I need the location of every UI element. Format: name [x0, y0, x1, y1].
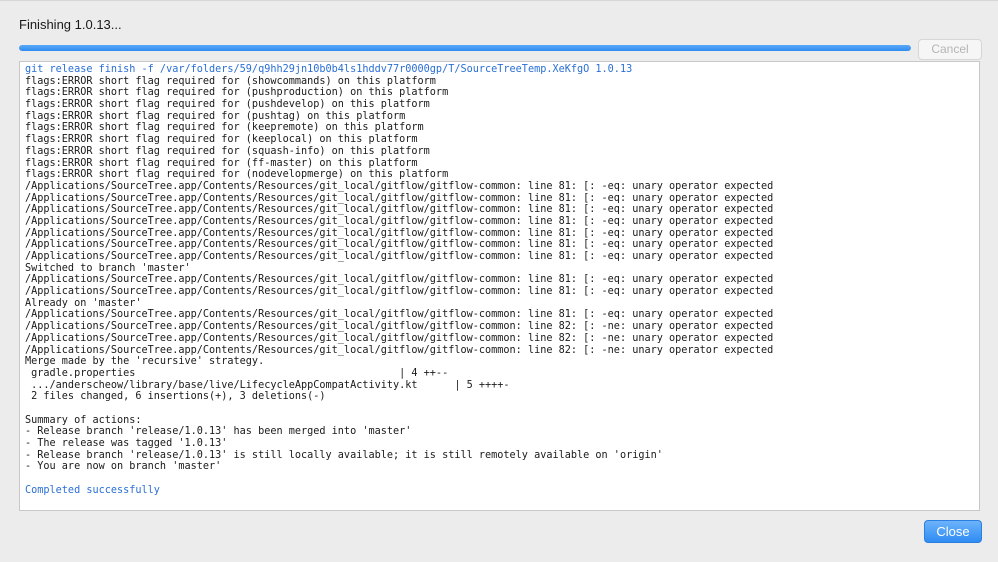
log-line: flags:ERROR short flag required for (pus…	[25, 99, 430, 111]
log-line: /Applications/SourceTree.app/Contents/Re…	[25, 321, 774, 333]
log-line: Summary of actions:	[25, 414, 142, 426]
log-line: Merge made by the 'recursive' strategy.	[25, 356, 265, 368]
log-line: flags:ERROR short flag required for (squ…	[25, 145, 430, 157]
log-line: /Applications/SourceTree.app/Contents/Re…	[25, 309, 774, 321]
cancel-button[interactable]: Cancel	[918, 39, 982, 60]
close-button[interactable]: Close	[924, 520, 982, 543]
log-lines-container: git release finish -f /var/folders/59/q9…	[25, 64, 773, 496]
log-line: flags:ERROR short flag required for (ff-…	[25, 157, 418, 169]
log-line: /Applications/SourceTree.app/Contents/Re…	[25, 204, 774, 216]
log-line: /Applications/SourceTree.app/Contents/Re…	[25, 215, 774, 227]
log-line: flags:ERROR short flag required for (nod…	[25, 169, 449, 181]
log-line: .../anderscheow/library/base/live/Lifecy…	[25, 379, 510, 391]
log-line: /Applications/SourceTree.app/Contents/Re…	[25, 192, 774, 204]
log-line: /Applications/SourceTree.app/Contents/Re…	[25, 286, 774, 298]
finish-release-dialog: Finishing 1.0.13... Cancel git release f…	[0, 0, 998, 562]
log-line: Completed successfully	[25, 484, 160, 496]
log-line: flags:ERROR short flag required for (kee…	[25, 134, 418, 146]
log-line: flags:ERROR short flag required for (sho…	[25, 75, 436, 87]
log-line: flags:ERROR short flag required for (pus…	[25, 110, 406, 122]
log-line: git release finish -f /var/folders/59/q9…	[25, 64, 633, 75]
log-line: - The release was tagged '1.0.13'	[25, 438, 228, 449]
log-line: Switched to branch 'master'	[25, 262, 191, 274]
command-output-log[interactable]: git release finish -f /var/folders/59/q9…	[19, 61, 980, 511]
log-line: gradle.properties | 4 ++--	[25, 367, 449, 379]
log-line: /Applications/SourceTree.app/Contents/Re…	[25, 344, 774, 356]
log-line: /Applications/SourceTree.app/Contents/Re…	[25, 180, 774, 192]
progress-bar-fill	[19, 45, 911, 51]
progress-bar	[19, 45, 911, 51]
log-line: /Applications/SourceTree.app/Contents/Re…	[25, 227, 774, 239]
log-line: - Release branch 'release/1.0.13' is sti…	[25, 449, 663, 461]
log-line: - You are now on branch 'master'	[25, 461, 222, 473]
log-line: /Applications/SourceTree.app/Contents/Re…	[25, 274, 774, 286]
log-line: flags:ERROR short flag required for (kee…	[25, 122, 424, 134]
log-line: Already on 'master'	[25, 297, 142, 309]
log-line: flags:ERROR short flag required for (pus…	[25, 87, 449, 99]
dialog-title: Finishing 1.0.13...	[19, 17, 122, 32]
log-line: /Applications/SourceTree.app/Contents/Re…	[25, 251, 774, 262]
log-line: /Applications/SourceTree.app/Contents/Re…	[25, 332, 774, 344]
log-line: 2 files changed, 6 insertions(+), 3 dele…	[25, 391, 326, 403]
log-line: /Applications/SourceTree.app/Contents/Re…	[25, 239, 774, 251]
log-line: - Release branch 'release/1.0.13' has be…	[25, 426, 412, 438]
